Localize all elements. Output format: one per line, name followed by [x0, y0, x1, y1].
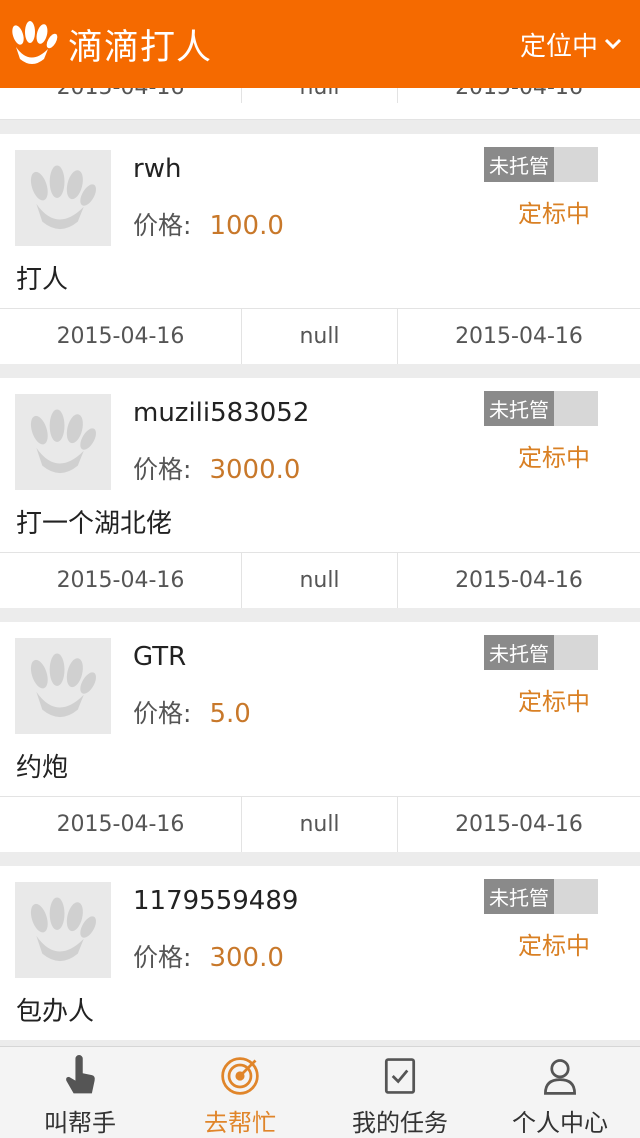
username: muzili583052 [133, 398, 310, 428]
date-left: 2015-04-16 [0, 309, 242, 364]
card-main: GTR 价格: 5.0 未托管 定标中 约炮 [0, 622, 640, 796]
price-row: 价格: 300.0 [133, 938, 284, 974]
price-row: 价格: 5.0 [133, 694, 251, 730]
hand-logo-icon [12, 21, 58, 64]
card-main: muzili583052 价格: 3000.0 未托管 定标中 打一个湖北佬 [0, 378, 640, 552]
escrow-badge-label: 未托管 [484, 879, 554, 914]
task-card[interactable]: 1179559489 价格: 300.0 未托管 定标中 包办人 [0, 866, 640, 1040]
brand: 滴滴打人 [10, 19, 212, 70]
username: rwh [133, 154, 182, 184]
date-right: 2015-04-16 [455, 812, 583, 837]
username: GTR [133, 642, 187, 672]
task-card[interactable]: rwh 价格: 100.0 未托管 定标中 打人 2015-04-16 null… [0, 134, 640, 364]
username: 1179559489 [133, 886, 299, 916]
escrow-badge-label: 未托管 [484, 147, 554, 182]
hand-pointer-icon [66, 1055, 95, 1094]
bottom-tab-bar: 叫帮手 去帮忙 我的任务 个人中心 [0, 1046, 640, 1138]
tab-label: 个人中心 [512, 1109, 608, 1137]
avatar [15, 394, 111, 490]
tab-go-help[interactable]: 去帮忙 [160, 1047, 320, 1138]
price-value: 3000.0 [209, 455, 301, 485]
middle-value: null [242, 88, 398, 103]
status-label: 定标中 [518, 932, 590, 960]
avatar [15, 638, 111, 734]
escrow-badge-label: 未托管 [484, 391, 554, 426]
middle-value: null [242, 797, 398, 852]
price-label: 价格: [133, 211, 192, 240]
task-checkbox-icon [384, 1058, 416, 1094]
price-label: 价格: [133, 699, 192, 728]
escrow-badge: 未托管 [484, 147, 598, 182]
price-value: 100.0 [209, 211, 284, 241]
avatar [15, 882, 111, 978]
task-description: 约炮 [16, 753, 69, 783]
task-list[interactable]: 2015-04-16 null 2015-04-16 [0, 88, 640, 1046]
chevron-down-icon [604, 38, 622, 50]
tab-profile[interactable]: 个人中心 [480, 1047, 640, 1138]
status-label: 定标中 [518, 200, 590, 228]
location-selector[interactable]: 定位中 [520, 26, 622, 63]
escrow-badge: 未托管 [484, 635, 598, 670]
date-left: 2015-04-16 [0, 88, 242, 103]
price-row: 价格: 3000.0 [133, 450, 300, 486]
escrow-badge: 未托管 [484, 391, 598, 426]
date-left: 2015-04-16 [0, 553, 242, 608]
task-description: 包办人 [16, 997, 95, 1027]
price-value: 5.0 [209, 699, 251, 729]
card-footer: 2015-04-16 null 2015-04-16 [0, 796, 640, 852]
card-footer: 2015-04-16 null 2015-04-16 [0, 552, 640, 608]
user-icon [544, 1059, 576, 1095]
hand-placeholder-icon [30, 409, 96, 474]
card-main: 1179559489 价格: 300.0 未托管 定标中 包办人 [0, 866, 640, 1040]
tab-label: 叫帮手 [44, 1109, 116, 1137]
tab-label: 去帮忙 [204, 1109, 276, 1137]
task-card[interactable]: GTR 价格: 5.0 未托管 定标中 约炮 2015-04-16 null 2… [0, 622, 640, 852]
app-title: 滴滴打人 [68, 27, 213, 68]
price-value: 300.0 [209, 943, 284, 973]
status-label: 定标中 [518, 688, 590, 716]
task-card[interactable]: muzili583052 价格: 3000.0 未托管 定标中 打一个湖北佬 2… [0, 378, 640, 608]
hand-placeholder-icon [30, 653, 96, 718]
escrow-badge: 未托管 [484, 879, 598, 914]
hand-placeholder-icon [30, 165, 96, 230]
location-label: 定位中 [519, 31, 598, 62]
tab-label: 我的任务 [352, 1109, 448, 1137]
price-label: 价格: [133, 943, 192, 972]
tab-call-helper[interactable]: 叫帮手 [0, 1047, 160, 1138]
middle-value: null [242, 309, 398, 364]
date-left: 2015-04-16 [0, 797, 242, 852]
price-label: 价格: [133, 455, 192, 484]
status-label: 定标中 [518, 444, 590, 472]
target-icon [221, 1057, 259, 1095]
escrow-badge-label: 未托管 [484, 635, 554, 670]
date-right: 2015-04-16 [398, 88, 640, 103]
avatar [15, 150, 111, 246]
hand-placeholder-icon [30, 897, 96, 962]
partial-card-footer: 2015-04-16 null 2015-04-16 [0, 88, 640, 120]
card-footer: 2015-04-16 null 2015-04-16 [0, 308, 640, 364]
task-description: 打一个湖北佬 [16, 509, 173, 539]
app-header: 滴滴打人 定位中 [0, 0, 640, 88]
date-right: 2015-04-16 [455, 568, 583, 593]
task-description: 打人 [16, 265, 69, 295]
card-main: rwh 价格: 100.0 未托管 定标中 打人 [0, 134, 640, 308]
date-right: 2015-04-16 [455, 324, 583, 349]
app-screen: 滴滴打人 定位中 2015-04-16 null 2015-04-16 [0, 0, 640, 1138]
price-row: 价格: 100.0 [133, 206, 284, 242]
tab-my-tasks[interactable]: 我的任务 [320, 1047, 480, 1138]
middle-value: null [242, 553, 398, 608]
